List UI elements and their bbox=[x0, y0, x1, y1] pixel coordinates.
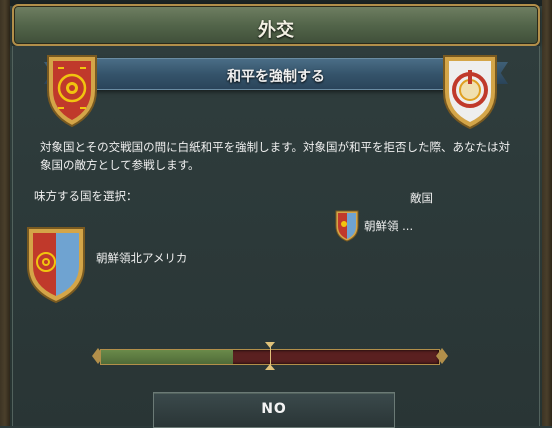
heading-ribbon: 和平を強制する bbox=[84, 58, 468, 90]
ally-country-shield[interactable] bbox=[24, 222, 88, 304]
peace-acceptance-bar bbox=[90, 342, 450, 370]
dialog-description: 対象国とその交戦国の間に白紙和平を強制します。対象国が和平を拒否した際、あなたは… bbox=[40, 140, 510, 172]
target-country-shield bbox=[440, 50, 500, 130]
dialog-heading: 和平を強制する bbox=[227, 69, 325, 85]
enemy-country-name[interactable]: 朝鮮領 ... bbox=[364, 218, 413, 234]
window-title: 外交 bbox=[258, 20, 294, 41]
marker-line bbox=[270, 346, 271, 366]
frame-right bbox=[542, 0, 552, 426]
enemy-label: 敵国 bbox=[410, 191, 433, 205]
ally-country-name[interactable]: 朝鮮領北アメリカ bbox=[96, 250, 187, 266]
player-country-shield bbox=[44, 50, 100, 128]
title-bar: 外交 bbox=[12, 4, 540, 46]
no-button[interactable]: NO bbox=[153, 392, 395, 428]
frame-left bbox=[0, 0, 10, 426]
bar-positive-fill bbox=[101, 350, 233, 364]
marker-bottom-arrow bbox=[265, 364, 275, 370]
ally-select-label: 味方する国を選択： bbox=[34, 189, 138, 203]
bar-center-marker bbox=[265, 342, 275, 370]
enemy-country-shield[interactable] bbox=[334, 208, 360, 242]
